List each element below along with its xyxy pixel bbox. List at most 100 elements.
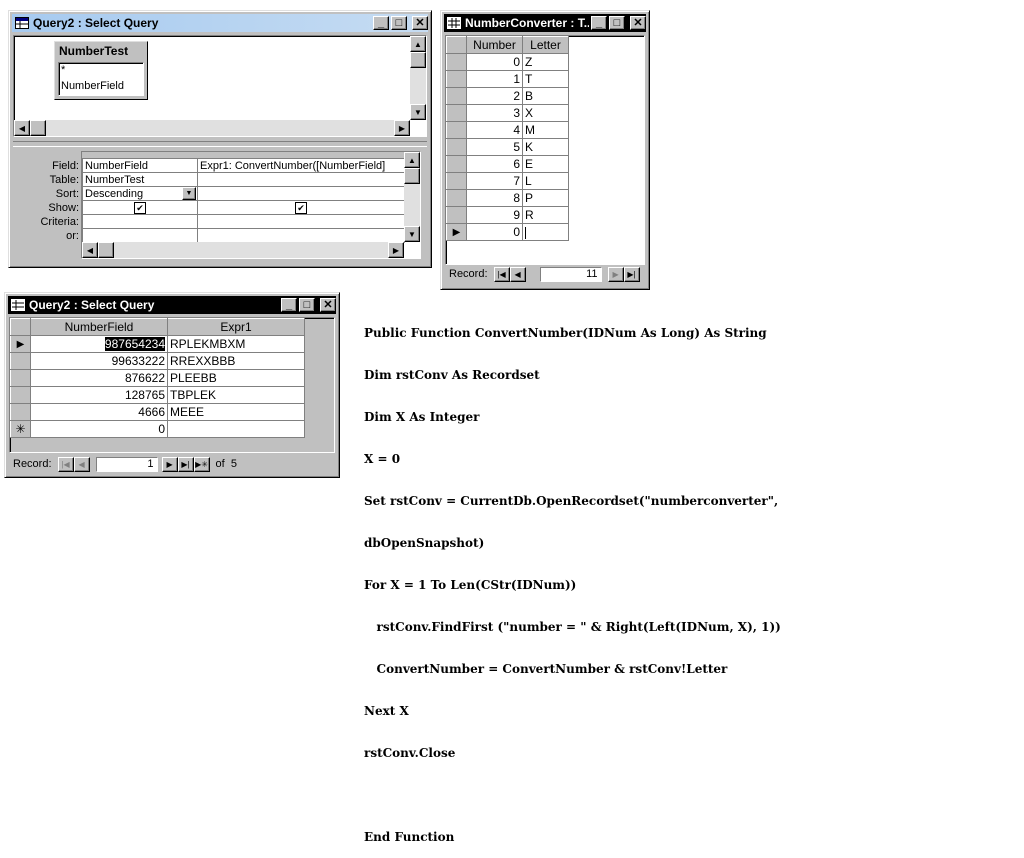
first-record-button[interactable]: |◀ [57, 456, 74, 472]
table-pane-vscroll[interactable]: ▲ ▼ [410, 36, 426, 120]
numberfield-cell[interactable]: 0 [30, 420, 168, 438]
letter-cell[interactable]: E [522, 155, 569, 173]
letter-cell[interactable]: T [522, 70, 569, 88]
number-cell[interactable]: 0 [466, 223, 523, 241]
qbe-or-cell[interactable] [197, 228, 405, 243]
qbe-or-cell[interactable] [82, 228, 198, 243]
close-button[interactable]: ✕ [320, 298, 336, 312]
qbe-vscroll[interactable]: ▲ ▼ [404, 152, 420, 242]
expr1-cell[interactable] [167, 420, 305, 438]
corner-header[interactable] [446, 36, 467, 54]
qbe-sort-cell[interactable] [197, 186, 405, 201]
letter-cell[interactable]: K [522, 138, 569, 156]
next-record-button[interactable]: ▶ [161, 456, 178, 472]
next-record-button[interactable]: ▶ [607, 266, 624, 282]
qbe-table-cell[interactable]: NumberTest [82, 172, 198, 187]
last-record-button[interactable]: ▶| [177, 456, 194, 472]
letter-cell[interactable] [522, 223, 569, 241]
number-cell[interactable]: 3 [466, 104, 523, 122]
numberfield-cell[interactable]: 99633222 [30, 352, 168, 370]
minimize-button[interactable]: _ [281, 298, 297, 312]
maximize-button[interactable]: □ [391, 16, 407, 30]
letter-cell[interactable]: L [522, 172, 569, 190]
column-header-numberfield[interactable]: NumberField [30, 318, 168, 336]
qbe-table-cell[interactable] [197, 172, 405, 187]
scroll-left-button[interactable]: ◀ [82, 242, 98, 258]
numberfield-cell[interactable]: 128765 [30, 386, 168, 404]
field-list-numbertest[interactable]: NumberTest * NumberField [54, 41, 148, 100]
row-selector[interactable] [446, 189, 467, 207]
scroll-thumb[interactable] [30, 120, 46, 136]
letter-cell[interactable]: Z [522, 53, 569, 71]
close-button[interactable]: ✕ [630, 16, 646, 30]
close-button[interactable]: ✕ [412, 16, 428, 30]
row-selector[interactable] [446, 53, 467, 71]
scroll-thumb[interactable] [404, 168, 420, 184]
number-cell[interactable]: 4 [466, 121, 523, 139]
number-cell[interactable]: 5 [466, 138, 523, 156]
number-cell[interactable]: 1 [466, 70, 523, 88]
row-selector[interactable] [10, 352, 31, 370]
numberfield-cell[interactable]: 987654234 [30, 335, 168, 353]
number-cell[interactable]: 0 [466, 53, 523, 71]
table-pane-hscroll[interactable]: ◀ ▶ [14, 120, 410, 136]
scroll-down-button[interactable]: ▼ [410, 104, 426, 120]
qbe-criteria-cell[interactable] [82, 214, 198, 229]
row-selector[interactable] [446, 172, 467, 190]
row-selector[interactable] [446, 206, 467, 224]
expr1-cell[interactable]: RPLEKMBXM [167, 335, 305, 353]
letter-cell[interactable]: R [522, 206, 569, 224]
sort-dropdown-button[interactable]: ▼ [182, 187, 196, 200]
record-number-input[interactable]: 11 [539, 266, 602, 282]
column-header-letter[interactable]: Letter [522, 36, 569, 54]
minimize-button[interactable]: _ [373, 16, 389, 30]
column-header-expr1[interactable]: Expr1 [167, 318, 305, 336]
minimize-button[interactable]: _ [591, 16, 607, 30]
record-number-input[interactable]: 1 [95, 456, 158, 472]
letter-cell[interactable]: B [522, 87, 569, 105]
letter-cell[interactable]: M [522, 121, 569, 139]
row-selector[interactable] [446, 155, 467, 173]
qbe-field-cell[interactable]: Expr1: ConvertNumber([NumberField] [197, 158, 405, 173]
row-selector[interactable] [10, 386, 31, 404]
letter-cell[interactable]: P [522, 189, 569, 207]
number-cell[interactable]: 8 [466, 189, 523, 207]
previous-record-button[interactable]: ◀ [73, 456, 90, 472]
show-checkbox[interactable]: ✔ [134, 201, 146, 214]
first-record-button[interactable]: |◀ [493, 266, 510, 282]
qbe-hscroll[interactable]: ◀ ▶ [82, 242, 404, 258]
row-selector-current[interactable]: ▶ [10, 335, 31, 353]
expr1-cell[interactable]: PLEEBB [167, 369, 305, 387]
scroll-right-button[interactable]: ▶ [388, 242, 404, 258]
number-cell[interactable]: 7 [466, 172, 523, 190]
expr1-cell[interactable]: MEEE [167, 403, 305, 421]
field-list-item[interactable]: NumberField [59, 79, 143, 95]
pane-splitter[interactable] [13, 141, 427, 147]
number-cell[interactable]: 6 [466, 155, 523, 173]
row-selector[interactable] [10, 403, 31, 421]
expr1-cell[interactable]: TBPLEK [167, 386, 305, 404]
query-results-titlebar[interactable]: Query2 : Select Query _ □ ✕ [8, 296, 336, 314]
maximize-button[interactable]: □ [609, 16, 625, 30]
number-cell[interactable]: 9 [466, 206, 523, 224]
qbe-criteria-cell[interactable] [197, 214, 405, 229]
numberfield-cell[interactable]: 876622 [30, 369, 168, 387]
number-converter-titlebar[interactable]: NumberConverter : T... _ □ ✕ [444, 14, 646, 32]
scroll-right-button[interactable]: ▶ [394, 120, 410, 136]
scroll-down-button[interactable]: ▼ [404, 226, 420, 242]
row-selector[interactable] [446, 87, 467, 105]
qbe-sort-cell[interactable]: Descending ▼ [82, 186, 198, 201]
row-selector[interactable] [446, 70, 467, 88]
previous-record-button[interactable]: ◀ [509, 266, 526, 282]
corner-header[interactable] [10, 318, 31, 336]
last-record-button[interactable]: ▶| [623, 266, 640, 282]
numberfield-cell[interactable]: 4666 [30, 403, 168, 421]
show-checkbox[interactable]: ✔ [295, 201, 307, 214]
row-selector[interactable] [446, 138, 467, 156]
new-record-selector[interactable]: ✳ [10, 420, 31, 438]
scroll-thumb[interactable] [410, 52, 426, 68]
new-record-button[interactable]: ▶✳ [193, 456, 210, 472]
expr1-cell[interactable]: RREXXBBB [167, 352, 305, 370]
field-list-item[interactable]: * [59, 63, 143, 79]
scroll-up-button[interactable]: ▲ [404, 152, 420, 168]
